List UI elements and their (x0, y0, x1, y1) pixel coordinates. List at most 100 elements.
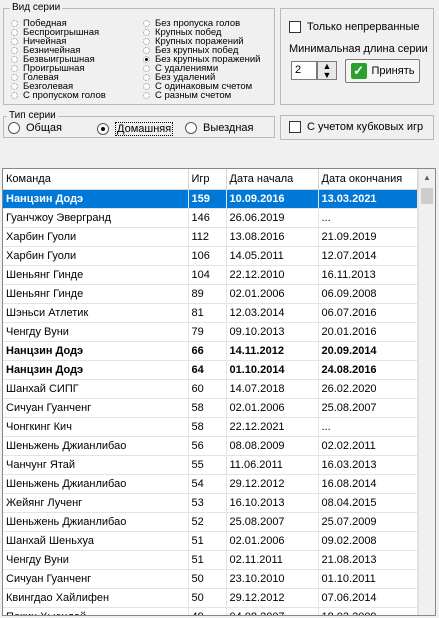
table-row[interactable]: Шеньжень Джианлибао 54 29.12.2012 16.08.201… (3, 474, 418, 494)
cell-games: 104 (188, 265, 227, 285)
results-grid[interactable]: Команда Игр Дата начала Дата окончания Н… (2, 168, 436, 616)
min-length-label: Минимальная длина серии (289, 43, 428, 55)
cell-team: Харбин Гуоли (3, 246, 189, 266)
series-type-away[interactable]: Выездная (185, 122, 254, 134)
cell-team: Нанцзин Додэ (3, 360, 189, 380)
table-row[interactable]: Харбин Гуоли 112 13.08.2016 21.09.2019 (3, 227, 418, 247)
radio-icon[interactable] (143, 92, 150, 99)
cell-end-date: 08.04.2015 (318, 493, 418, 513)
min-length-input[interactable]: 2 (291, 61, 317, 80)
series-kind-left-option[interactable]: С пропуском голов (11, 91, 106, 100)
series-type-general[interactable]: Общая (8, 122, 62, 134)
table-row[interactable]: Нанцзин Додэ 64 01.10.2014 24.08.2016 (3, 360, 418, 380)
radio-home[interactable] (97, 123, 109, 135)
table-row[interactable]: Шанхай СИПГ 60 14.07.2018 26.02.2020 (3, 379, 418, 399)
table-row[interactable]: Ченгду Вуни 79 09.10.2013 20.01.2016 (3, 322, 418, 342)
table-row[interactable]: Шэньси Атлетик 81 12.03.2014 06.07.2016 (3, 303, 418, 323)
scroll-thumb[interactable] (421, 188, 433, 204)
radio-icon[interactable] (143, 29, 150, 36)
radio-icon[interactable] (143, 74, 150, 81)
col-header-games[interactable]: Игр (188, 169, 227, 190)
cell-start-date: 13.08.2016 (226, 227, 319, 247)
min-length-spinner[interactable]: ▲ ▼ (317, 61, 337, 80)
vertical-scrollbar[interactable]: ▲ (418, 169, 435, 615)
with-cups-box[interactable] (289, 121, 301, 133)
table-row[interactable]: Шанхай Шеньхуа 51 02.01.2006 09.02.2008 (3, 531, 418, 551)
series-type-home[interactable]: Домашняя (97, 122, 174, 136)
table-row[interactable]: Квингдао Хайлифен 50 29.12.2012 07.06.2014 (3, 588, 418, 608)
checkmark-icon: ✓ (350, 63, 367, 79)
cell-start-date: 02.01.2006 (226, 398, 319, 418)
col-header-end-date[interactable]: Дата окончания (318, 169, 418, 190)
cell-end-date: ... (318, 208, 418, 228)
table-row[interactable]: Нанцзин Додэ 159 10.09.2016 13.03.2021 (3, 189, 418, 209)
col-header-team[interactable]: Команда (3, 169, 189, 190)
table-row[interactable]: Шеньянг Гинде 104 22.12.2010 16.11.2013 (3, 265, 418, 285)
table-row[interactable]: Чанчунг Ятай 55 11.06.2011 16.03.2013 (3, 455, 418, 475)
series-type-away-label: Выездная (203, 122, 254, 134)
table-row[interactable]: Сичуан Гуанченг 58 02.01.2006 25.08.2007 (3, 398, 418, 418)
cell-start-date: 02.11.2011 (226, 550, 319, 570)
cell-team: Шеньжень Джианлибао (3, 436, 189, 456)
radio-icon[interactable] (11, 29, 18, 36)
table-row[interactable]: Нанцзин Додэ 66 14.11.2012 20.09.2014 (3, 341, 418, 361)
radio-icon[interactable] (11, 56, 18, 63)
cell-start-date: 08.08.2009 (226, 436, 319, 456)
radio-icon[interactable] (11, 20, 18, 27)
cell-start-date: 14.05.2011 (226, 246, 319, 266)
radio-icon[interactable] (143, 47, 150, 54)
cell-start-date: 04.08.2007 (226, 607, 319, 615)
only-continuous-checkbox[interactable]: Только непрерванные (289, 21, 420, 33)
radio-general[interactable] (8, 122, 20, 134)
table-row[interactable]: Жейянг Лученг 53 16.10.2013 08.04.2015 (3, 493, 418, 513)
col-header-start-date[interactable]: Дата начала (226, 169, 319, 190)
cell-start-date: 14.11.2012 (226, 341, 319, 361)
cell-team: Шэньси Атлетик (3, 303, 189, 323)
radio-icon[interactable] (11, 83, 18, 90)
only-continuous-box[interactable] (289, 21, 301, 33)
cell-end-date: 20.09.2014 (318, 341, 418, 361)
cell-team: Нанцзин Додэ (3, 341, 189, 361)
table-row[interactable]: Сичуан Гуанченг 50 23.10.2010 01.10.2011 (3, 569, 418, 589)
cell-end-date: 16.11.2013 (318, 265, 418, 285)
radio-icon[interactable] (143, 38, 150, 45)
series-kind-right-option[interactable]: С разным счетом (143, 91, 261, 100)
table-row[interactable]: Харбин Гуоли 106 14.05.2011 12.07.2014 (3, 246, 418, 266)
radio-icon[interactable] (11, 92, 18, 99)
cell-start-date: 23.10.2010 (226, 569, 319, 589)
table-row[interactable]: Ченгду Вуни 51 02.11.2011 21.08.2013 (3, 550, 418, 570)
cell-end-date: 07.06.2014 (318, 588, 418, 608)
cell-games: 56 (188, 436, 227, 456)
table-row[interactable]: Гуанчжоу Эвергранд 146 26.06.2019... (3, 208, 418, 228)
cell-games: 60 (188, 379, 227, 399)
radio-away[interactable] (185, 122, 197, 134)
table-row[interactable]: Шеньжень Джианлибао 52 25.08.2007 25.07.200… (3, 512, 418, 532)
cell-start-date: 25.08.2007 (226, 512, 319, 532)
cell-games: 106 (188, 246, 227, 266)
cell-end-date: 25.08.2007 (318, 398, 418, 418)
cell-end-date: 25.07.2009 (318, 512, 418, 532)
radio-icon[interactable] (11, 74, 18, 81)
cell-games: 81 (188, 303, 227, 323)
table-row[interactable]: Пекин Хьюндай4904.08.200718.03.2009 (3, 607, 418, 615)
table-row[interactable]: Шеньянг Гинде 89 02.01.2006 06.09.2008 (3, 284, 418, 304)
radio-icon[interactable] (11, 65, 18, 72)
table-row[interactable]: Чонгкинг Кич 58 22.12.2021... (3, 417, 418, 437)
radio-icon[interactable] (143, 56, 150, 63)
radio-icon[interactable] (143, 65, 150, 72)
spin-down-icon[interactable]: ▼ (318, 71, 336, 80)
scroll-up-icon[interactable]: ▲ (419, 169, 435, 186)
cell-end-date: ... (318, 417, 418, 437)
series-kind-right-col: Без пропуска голов Крупных побед Крупных п… (143, 19, 261, 100)
radio-icon[interactable] (143, 83, 150, 90)
cell-games: 159 (188, 189, 227, 209)
table-row[interactable]: Шеньжень Джианлибао 56 08.08.2009 02.02.201… (3, 436, 418, 456)
apply-button[interactable]: ✓ Принять (345, 59, 420, 83)
radio-icon[interactable] (143, 20, 150, 27)
cell-games: 50 (188, 588, 227, 608)
radio-icon[interactable] (11, 38, 18, 45)
cell-team: Шанхай Шеньхуа (3, 531, 189, 551)
radio-icon[interactable] (11, 47, 18, 54)
results-table: Команда Игр Дата начала Дата окончания Н… (3, 169, 418, 615)
with-cups-checkbox[interactable]: С учетом кубковых игр (289, 121, 423, 133)
